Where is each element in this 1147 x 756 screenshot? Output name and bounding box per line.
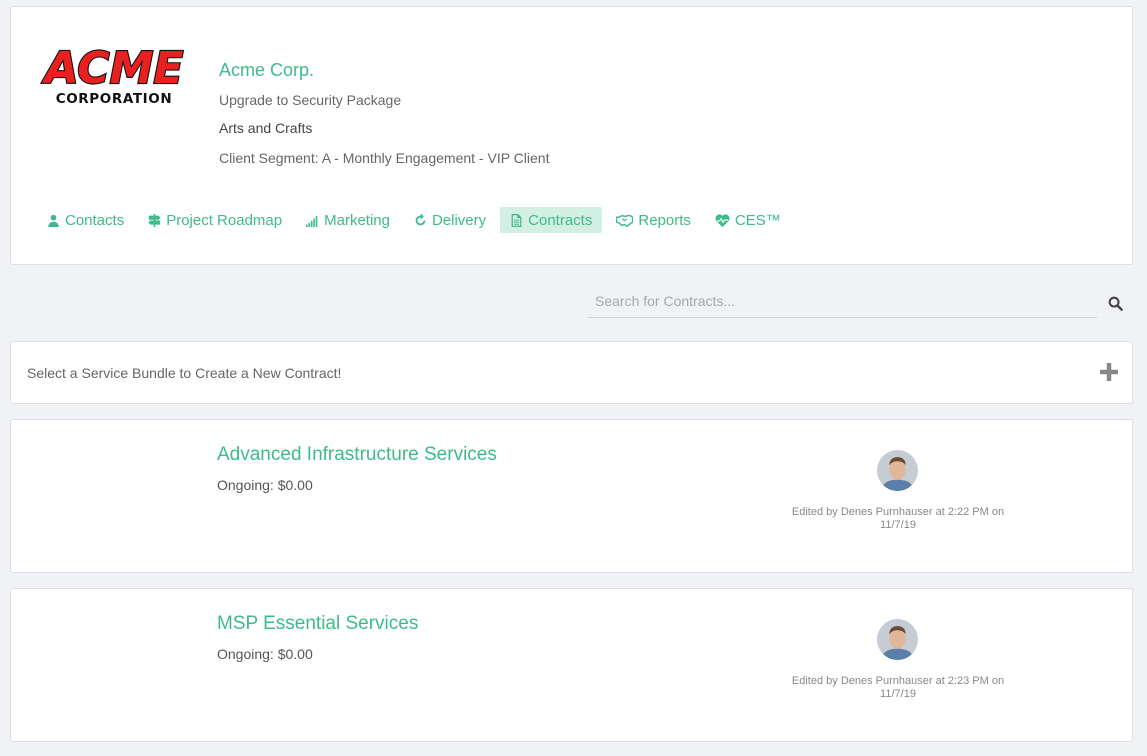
client-industry: Arts and Crafts bbox=[219, 120, 313, 136]
client-package: Upgrade to Security Package bbox=[219, 92, 402, 108]
contract-card: Advanced Infrastructure Services Ongoing… bbox=[10, 419, 1133, 573]
nav-label: Delivery bbox=[431, 211, 487, 229]
nav-contacts[interactable]: Contacts bbox=[37, 207, 134, 233]
nav-reports[interactable]: Reports bbox=[606, 207, 701, 233]
contract-title[interactable]: MSP Essential Services bbox=[217, 613, 418, 635]
edited-info: Edited by Denes Purnhauser at 2:22 PM on… bbox=[781, 506, 1015, 532]
client-segment: Client Segment: A - Monthly Engagement -… bbox=[219, 150, 550, 166]
client-name[interactable]: Acme Corp. bbox=[219, 60, 314, 81]
nav-label: Reports bbox=[638, 211, 691, 229]
logo-text-acme: ACME bbox=[42, 43, 184, 94]
client-header-card: ACME CORPORATION Acme Corp. Upgrade to S… bbox=[10, 6, 1133, 265]
contract-amount: Ongoing: $0.00 bbox=[217, 646, 313, 662]
logo-text-corporation: CORPORATION bbox=[56, 91, 173, 107]
nav-label: CES™ bbox=[734, 211, 781, 229]
nav-contracts[interactable]: Contracts bbox=[500, 207, 603, 233]
avatar bbox=[877, 619, 918, 660]
avatar bbox=[877, 450, 918, 491]
user-icon bbox=[48, 214, 59, 227]
contract-amount: Ongoing: $0.00 bbox=[217, 477, 313, 493]
edited-info: Edited by Denes Purnhauser at 2:23 PM on… bbox=[781, 675, 1015, 701]
signpost-icon bbox=[148, 213, 161, 227]
contract-card: MSP Essential Services Ongoing: $0.00 Ed… bbox=[10, 588, 1133, 742]
service-bundle-label: Select a Service Bundle to Create a New … bbox=[27, 365, 342, 381]
nav-label: Contacts bbox=[65, 211, 125, 229]
nav-marketing[interactable]: Marketing bbox=[296, 207, 400, 233]
edited-by-text: Edited by Denes Purnhauser at 2:23 PM on bbox=[791, 675, 1005, 687]
search-input[interactable] bbox=[588, 288, 1097, 314]
edited-date-text: 11/7/19 bbox=[880, 688, 916, 700]
signal-bars-icon bbox=[306, 215, 318, 227]
refresh-icon bbox=[415, 213, 426, 225]
nav-label: Contracts bbox=[528, 211, 593, 229]
nav-label: Marketing bbox=[324, 211, 390, 229]
search-container bbox=[588, 288, 1097, 318]
nav-project-roadmap[interactable]: Project Roadmap bbox=[138, 207, 292, 233]
contract-title[interactable]: Advanced Infrastructure Services bbox=[217, 444, 497, 466]
client-nav: Contacts Project Roadmap Marketing Deliv… bbox=[37, 207, 795, 233]
service-bundle-card[interactable]: Select a Service Bundle to Create a New … bbox=[10, 341, 1133, 404]
heart-pulse-icon bbox=[715, 213, 730, 227]
nav-delivery[interactable]: Delivery bbox=[404, 207, 496, 233]
plus-icon[interactable] bbox=[1100, 363, 1118, 381]
edited-date-text: 11/7/19 bbox=[880, 519, 916, 531]
edited-by-text: Edited by Denes Purnhauser at 2:22 PM on bbox=[791, 506, 1005, 518]
nav-ces[interactable]: CES™ bbox=[705, 207, 791, 233]
handshake-icon bbox=[616, 214, 634, 227]
nav-label: Project Roadmap bbox=[166, 211, 283, 229]
document-icon bbox=[511, 213, 522, 227]
search-icon[interactable] bbox=[1108, 296, 1123, 311]
acme-logo: ACME CORPORATION bbox=[40, 43, 184, 107]
